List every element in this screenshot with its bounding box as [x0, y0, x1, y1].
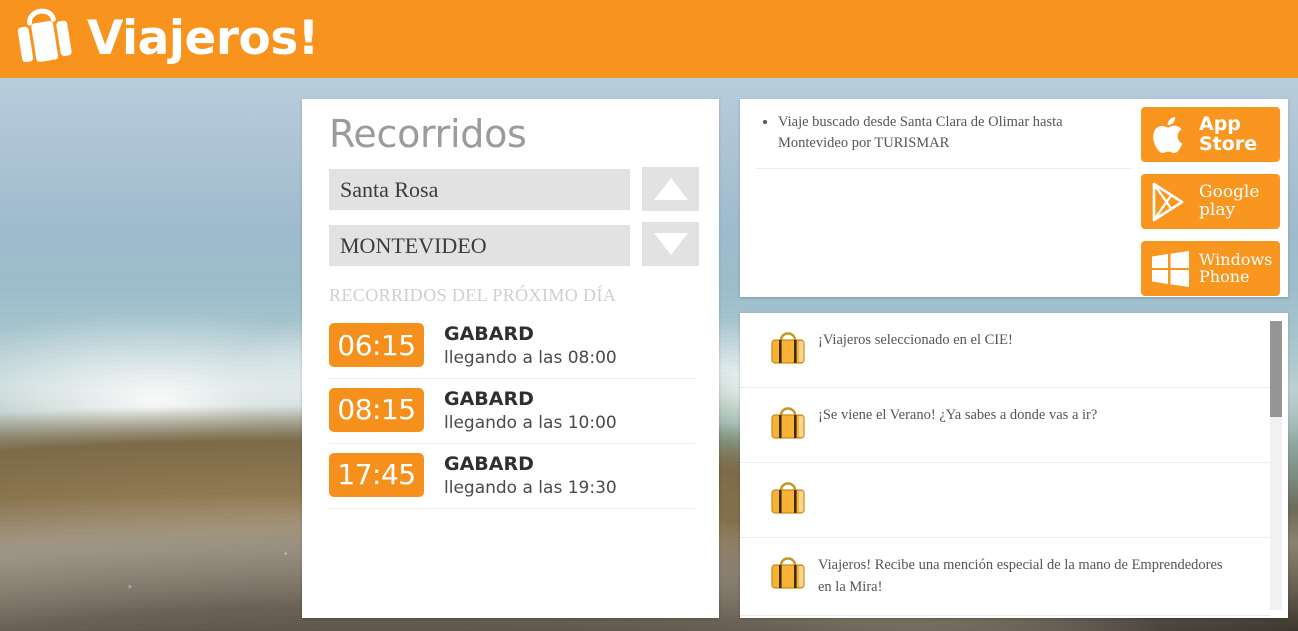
news-scrollbar[interactable] — [1270, 321, 1282, 610]
suitcase-icon — [758, 402, 818, 444]
windows-logo-icon — [1141, 249, 1199, 289]
news-item-text — [818, 477, 832, 479]
schedule-row[interactable]: 08:15 GABARD llegando a las 10:00 — [329, 379, 695, 444]
destination-row: MONTEVIDEO — [329, 225, 630, 266]
arrival-time: llegando a las 08:00 — [444, 347, 617, 368]
origin-select[interactable]: Santa Rosa — [329, 169, 630, 210]
scroll-down-button[interactable] — [642, 222, 699, 266]
site-header: Viajeros! — [0, 0, 1298, 78]
news-item[interactable]: ¡Viajeros seleccionado en el CIE! — [740, 313, 1271, 388]
suitcase-icon — [758, 327, 818, 369]
news-list: ¡Viajeros seleccionado en el CIE! ¡Se vi… — [740, 313, 1271, 618]
logo-text: Viajeros! — [87, 10, 319, 66]
news-panel: ¡Viajeros seleccionado en el CIE! ¡Se vi… — [740, 313, 1288, 618]
departure-time-badge: 17:45 — [329, 452, 424, 497]
windows-phone-label: Windows Phone — [1199, 251, 1272, 286]
news-item-text: ¡Se viene el Verano! ¿Ya sabes a donde v… — [818, 407, 1098, 423]
triangle-down-icon — [653, 233, 688, 255]
google-play-label: Google play — [1199, 184, 1259, 219]
google-play-button[interactable]: Google play — [1141, 174, 1280, 229]
google-play-line2: play — [1199, 199, 1236, 220]
store-badges: App Store Google play Windows Phone — [1141, 107, 1280, 296]
departure-time-badge: 08:15 — [329, 387, 424, 432]
windows-phone-line2: Phone — [1199, 266, 1250, 286]
news-item-text: ¡Viajeros seleccionado en el CIE! — [818, 332, 1013, 348]
news-item[interactable]: ¡Se viene el Verano! ¿Ya sabes a donde v… — [740, 388, 1271, 463]
news-item-text: Viajeros! Recibe una mención especial de… — [818, 557, 1223, 596]
news-scrollbar-thumb[interactable] — [1270, 321, 1282, 417]
schedule-row[interactable]: 17:45 GABARD llegando a las 19:30 — [329, 444, 695, 509]
schedule-row[interactable]: 06:15 GABARD llegando a las 08:00 — [329, 314, 695, 379]
schedule-list: 06:15 GABARD llegando a las 08:00 08:15 … — [329, 314, 695, 509]
search-result-block: Viaje buscado desde Santa Clara de Olima… — [756, 112, 1131, 170]
logo[interactable]: Viajeros! — [10, 4, 319, 70]
news-item[interactable] — [740, 463, 1271, 538]
next-day-label: RECORRIDOS DEL PRÓXIMO DÍA — [329, 285, 617, 305]
arrival-time: llegando a las 10:00 — [444, 412, 617, 433]
apple-logo-icon — [1141, 114, 1199, 156]
app-store-label: App Store — [1199, 113, 1258, 155]
company-name: GABARD — [444, 452, 534, 475]
page-title: Recorridos — [329, 112, 527, 156]
recorridos-panel: Recorridos Santa Rosa MONTEVIDEO RECORRI… — [302, 99, 719, 618]
departure-time-badge: 06:15 — [329, 323, 424, 367]
suitcase-icon — [17, 8, 72, 63]
company-name: GABARD — [444, 387, 534, 410]
scroll-up-button[interactable] — [642, 167, 699, 211]
app-store-button[interactable]: App Store — [1141, 107, 1280, 162]
destination-select[interactable]: MONTEVIDEO — [329, 225, 630, 266]
search-result-item: Viaje buscado desde Santa Clara de Olima… — [778, 112, 1131, 154]
triangle-up-icon — [653, 178, 688, 200]
arrival-time: llegando a las 19:30 — [444, 477, 617, 498]
origin-row: Santa Rosa — [329, 169, 630, 210]
windows-phone-button[interactable]: Windows Phone — [1141, 241, 1280, 296]
apps-panel: Viaje buscado desde Santa Clara de Olima… — [740, 99, 1288, 297]
news-item[interactable]: Viajeros! Recibe una mención especial de… — [740, 538, 1271, 616]
suitcase-icon — [758, 477, 818, 519]
suitcase-icon — [758, 552, 818, 594]
google-play-triangle-icon — [1141, 180, 1199, 224]
company-name: GABARD — [444, 323, 534, 345]
